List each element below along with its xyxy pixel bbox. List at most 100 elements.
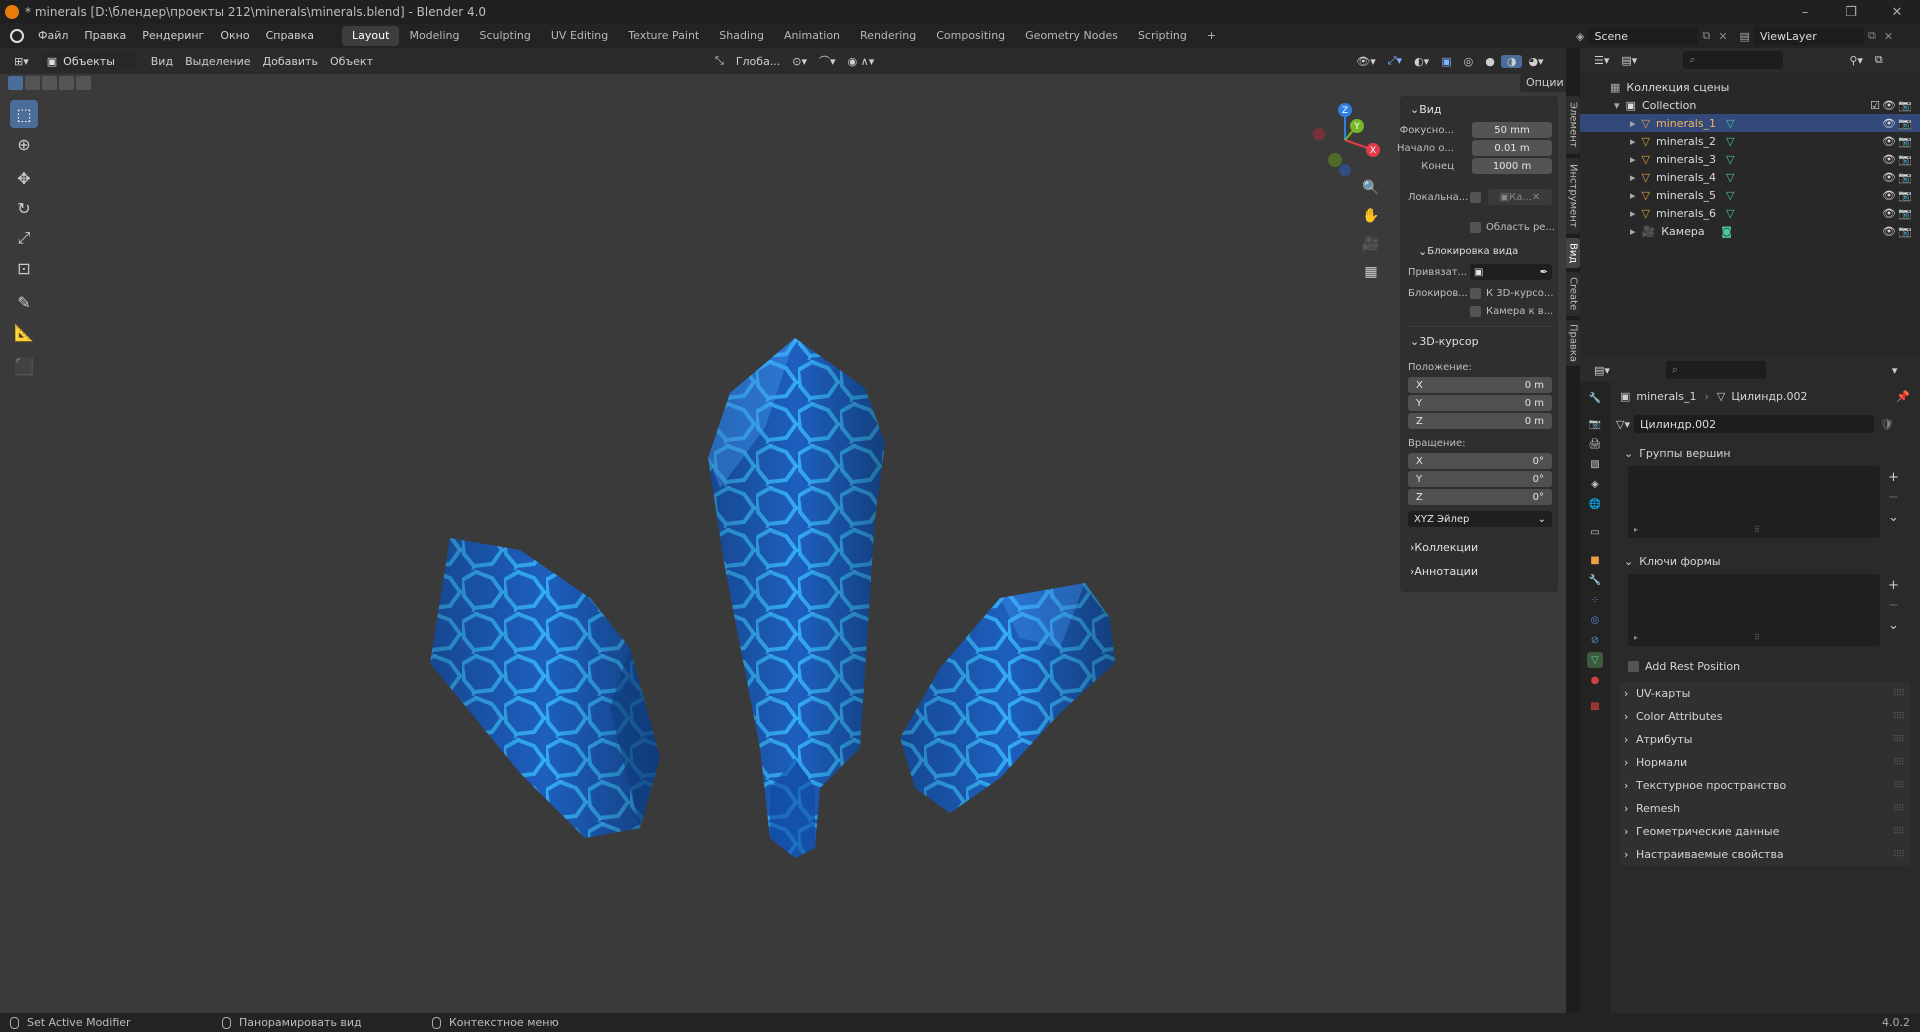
annotate-tool-icon[interactable]: ✎	[10, 288, 38, 316]
tab-uv-editing[interactable]: UV Editing	[541, 26, 618, 46]
eye-icon[interactable]: 👁	[1882, 153, 1896, 166]
eye-icon[interactable]: 👁	[1882, 225, 1896, 238]
expand-icon[interactable]: ▾	[1614, 99, 1620, 112]
render-camera-icon[interactable]: 📷	[1898, 153, 1912, 166]
3d-cursor-section-title[interactable]: 3D-курсор	[1419, 335, 1478, 348]
scale-tool-icon[interactable]: ⤢	[10, 224, 38, 252]
maximize-icon[interactable]: ❐	[1828, 0, 1874, 24]
delete-scene-icon[interactable]: ✕	[1718, 30, 1727, 43]
pan-hand-icon[interactable]: ✋	[1360, 202, 1382, 230]
object-label[interactable]: minerals_5	[1656, 189, 1726, 202]
object-tab-icon[interactable]: ■	[1587, 552, 1603, 568]
pivot-icon[interactable]: ⊙▾	[786, 55, 813, 68]
eye-icon[interactable]: 👁	[1882, 117, 1896, 130]
expand-icon[interactable]: ▸	[1630, 225, 1636, 238]
select-extend-icon[interactable]	[25, 76, 40, 90]
proportional-edit-icon[interactable]: ◉ ∧▾	[842, 55, 881, 68]
outliner-row-minerals-1[interactable]: ▸ ▽ minerals_1 ▽ 👁 📷	[1580, 114, 1920, 132]
shape-keys-panel-header[interactable]: ⌄ Ключи формы	[1620, 550, 1910, 572]
add-icon[interactable]: +	[1888, 576, 1899, 596]
outliner-row-minerals-2[interactable]: ▸ ▽ minerals_2 ▽ 👁 📷	[1580, 132, 1920, 150]
tab-item[interactable]: Элемент	[1566, 96, 1580, 154]
rotation-x-field[interactable]: 0°	[1533, 456, 1544, 467]
tab-modeling[interactable]: Modeling	[399, 26, 469, 46]
options-dropdown[interactable]: Опции ▾	[1520, 74, 1566, 92]
rotate-tool-icon[interactable]: ↻	[10, 194, 38, 222]
constraints-tab-icon[interactable]: ⊘	[1587, 632, 1603, 648]
visibility-icon[interactable]: 👁▾	[1350, 55, 1382, 68]
local-camera-field[interactable]: ▣ Ка... ✕	[1488, 189, 1552, 205]
view-lock-title[interactable]: Блокировка вида	[1427, 246, 1518, 257]
tool-tab-icon[interactable]: 🔧	[1587, 390, 1603, 406]
panel-color-attributes[interactable]: › Color Attributes ⠿⠿	[1620, 705, 1910, 728]
render-camera-icon[interactable]: 📷	[1898, 135, 1912, 148]
select-new-icon[interactable]	[8, 76, 23, 90]
mesh-data-tab-icon[interactable]: ▽	[1587, 652, 1603, 668]
tab-create[interactable]: Create	[1566, 272, 1580, 316]
properties-options-icon[interactable]: ▾	[1886, 364, 1904, 377]
menu-help[interactable]: Справка	[258, 24, 322, 48]
render-camera-icon[interactable]: 📷	[1898, 117, 1912, 130]
expand-icon[interactable]: ▸	[1630, 153, 1636, 166]
overlay-icon[interactable]: ◐▾	[1408, 55, 1435, 68]
texture-tab-icon[interactable]: ▩	[1587, 698, 1603, 714]
blender-menu-icon[interactable]	[10, 29, 24, 43]
camera-view-icon[interactable]: 🎥	[1360, 230, 1382, 258]
viewport-3d[interactable]: ⊞▾ ▣ Объекты Вид Выделение Добавить Объе…	[0, 48, 1566, 1013]
transform-tool-icon[interactable]: ⊡	[10, 254, 38, 282]
expand-icon[interactable]: ▸	[1630, 117, 1636, 130]
crystal-meshes[interactable]	[420, 318, 1120, 878]
editor-type-icon[interactable]: ⊞▾	[8, 55, 35, 68]
eye-icon[interactable]: 👁	[1882, 207, 1896, 220]
particles-tab-icon[interactable]: ⁘	[1587, 592, 1603, 608]
gizmo-icon[interactable]: ⤢▾	[1382, 54, 1408, 68]
shape-keys-list[interactable]: ▸ ⠿	[1628, 574, 1880, 646]
fake-user-icon[interactable]: 🛡	[1880, 418, 1894, 431]
eye-icon[interactable]: 👁	[1882, 189, 1896, 202]
scene-collection-label[interactable]: Коллекция сцены	[1626, 81, 1729, 94]
exclude-checkbox-icon[interactable]: ☑	[1870, 99, 1880, 112]
render-camera-icon[interactable]: 📷	[1898, 225, 1912, 238]
annotations-panel[interactable]: Аннотации	[1414, 565, 1478, 578]
local-camera-checkbox[interactable]	[1470, 191, 1481, 203]
outliner-editor-type-icon[interactable]: ☰▾	[1588, 54, 1615, 67]
chevron-down-icon[interactable]: ⌄	[1888, 508, 1899, 528]
expand-icon[interactable]: ▸	[1630, 189, 1636, 202]
new-collection-icon[interactable]: ⧉	[1869, 53, 1889, 67]
collection-tab-icon[interactable]: ▭	[1587, 524, 1603, 540]
panel-geometry-data[interactable]: › Геометрические данные ⠿⠿	[1620, 820, 1910, 843]
navigation-gizmo[interactable]: Z X Y	[1305, 100, 1385, 180]
transform-orientation-selector[interactable]: Глоба...	[730, 55, 786, 68]
select-subtract-icon[interactable]	[42, 76, 57, 90]
lock-to-object-field[interactable]: ▣ ✒	[1470, 264, 1552, 280]
outliner-row-minerals-5[interactable]: ▸ ▽ minerals_5 ▽ 👁 📷	[1580, 186, 1920, 204]
shading-wireframe-icon[interactable]: ◎	[1458, 55, 1480, 68]
object-label[interactable]: minerals_3	[1656, 153, 1726, 166]
tab-layout[interactable]: Layout	[342, 26, 400, 46]
viewport-menu-select[interactable]: Выделение	[179, 55, 257, 68]
eyedropper-icon[interactable]: ✒	[1540, 267, 1548, 278]
clip-start-field[interactable]: 0.01 m	[1472, 140, 1552, 156]
collection-label[interactable]: Collection	[1642, 99, 1696, 112]
select-box-tool-icon[interactable]: ⬚	[10, 100, 38, 128]
outliner-row-minerals-4[interactable]: ▸ ▽ minerals_4 ▽ 👁 📷	[1580, 168, 1920, 186]
world-tab-icon[interactable]: 🌐	[1587, 496, 1603, 512]
outliner-search-input[interactable]: ⌕	[1683, 51, 1784, 69]
properties-search-input[interactable]: ⌕	[1665, 361, 1766, 379]
tab-sculpting[interactable]: Sculpting	[470, 26, 541, 46]
view-section-title[interactable]: Вид	[1419, 103, 1441, 116]
display-mode-icon[interactable]: ▤▾	[1615, 54, 1643, 67]
menu-window[interactable]: Окно	[212, 24, 257, 48]
scene-tab-icon[interactable]: ◈	[1587, 476, 1603, 492]
mode-selector[interactable]: ▣ Объекты	[40, 52, 137, 70]
add-cube-tool-icon[interactable]: ⬛	[10, 352, 38, 380]
expand-icon[interactable]: ▸	[1634, 525, 1638, 534]
expand-icon[interactable]: ▸	[1630, 135, 1636, 148]
tab-geometry-nodes[interactable]: Geometry Nodes	[1015, 26, 1128, 46]
properties-editor-type-icon[interactable]: ▤▾	[1588, 364, 1616, 377]
add-workspace-button[interactable]: +	[1197, 26, 1226, 46]
menu-file[interactable]: Файл	[30, 24, 76, 48]
physics-tab-icon[interactable]: ◎	[1587, 612, 1603, 628]
render-camera-icon[interactable]: 📷	[1898, 207, 1912, 220]
lock-camera-checkbox[interactable]	[1470, 305, 1481, 317]
